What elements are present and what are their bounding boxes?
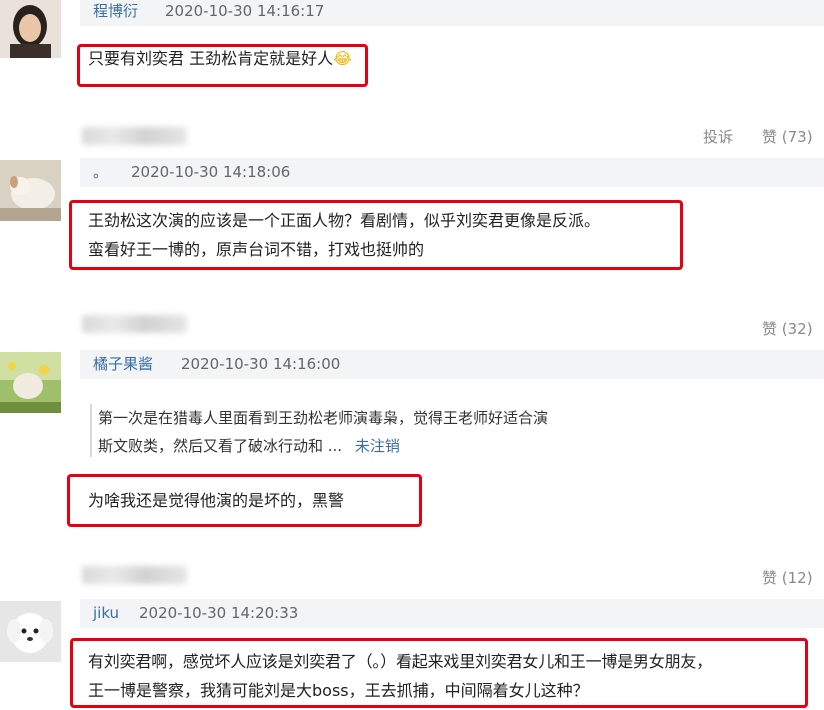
timestamp: 2020-10-30 14:16:17	[165, 2, 325, 20]
comment-meta: 程博衍 2020-10-30 14:16:17	[80, 0, 824, 26]
avatar[interactable]	[0, 160, 61, 221]
quoted-text-body: 斯文败类，然后又看了破冰行动和 ...	[98, 437, 343, 455]
blurred-replies	[82, 315, 187, 333]
comment-meta: jiku 2020-10-30 14:20:33	[80, 599, 824, 628]
timestamp: 2020-10-30 14:16:00	[181, 355, 341, 373]
comment-text-line: 有刘奕君啊，感觉坏人应该是刘奕君了（。）看起来戏里刘奕君女儿和王一博是男女朋友，	[88, 652, 713, 671]
quote-bar	[90, 404, 92, 457]
comment-meta: 。 2020-10-30 14:18:06	[80, 158, 824, 187]
comment-text: 为啥我还是觉得他演的是坏的，黑警	[88, 491, 345, 510]
username[interactable]: 程博衍	[93, 0, 138, 26]
quoted-text-line: 斯文败类，然后又看了破冰行动和 ... 未注销	[98, 432, 400, 460]
laughing-emoji-icon: 😂	[333, 49, 352, 68]
comment-text-line: 蛮看好王一博的，原声台词不错，打戏也挺帅的	[88, 240, 425, 259]
avatar[interactable]	[0, 601, 61, 662]
timestamp: 2020-10-30 14:18:06	[131, 163, 291, 181]
timestamp: 2020-10-30 14:20:33	[139, 604, 299, 622]
comment-text-line: 王一博是警察，我猜可能刘是大boss，王去抓捕，中间隔着女儿这种？	[88, 681, 589, 700]
like-button[interactable]: 赞 (73)	[762, 127, 813, 147]
report-button[interactable]: 投诉	[703, 127, 733, 147]
comment-text: 只要有刘奕君 王劲松肯定就是好人😂	[88, 45, 352, 73]
avatar[interactable]	[0, 0, 61, 58]
comment-text-body: 只要有刘奕君 王劲松肯定就是好人	[88, 49, 334, 68]
avatar[interactable]	[0, 352, 61, 413]
comment-meta: 橘子果酱 2020-10-30 14:16:00	[80, 350, 824, 379]
blurred-replies	[82, 566, 187, 584]
comment-text-line: 王劲松这次演的应该是一个正面人物？看剧情，似乎刘奕君更像是反派。	[88, 211, 601, 230]
like-button[interactable]: 赞 (12)	[762, 568, 813, 588]
quoted-user-link[interactable]: 未注销	[355, 437, 400, 455]
like-button[interactable]: 赞 (32)	[762, 319, 813, 339]
quoted-text-line: 第一次是在猎毒人里面看到王劲松老师演毒枭，觉得王老师好适合演	[98, 409, 549, 427]
username[interactable]: 。	[93, 158, 108, 187]
blurred-replies	[82, 127, 187, 145]
username[interactable]: 橘子果酱	[93, 350, 153, 379]
username[interactable]: jiku	[93, 599, 119, 628]
